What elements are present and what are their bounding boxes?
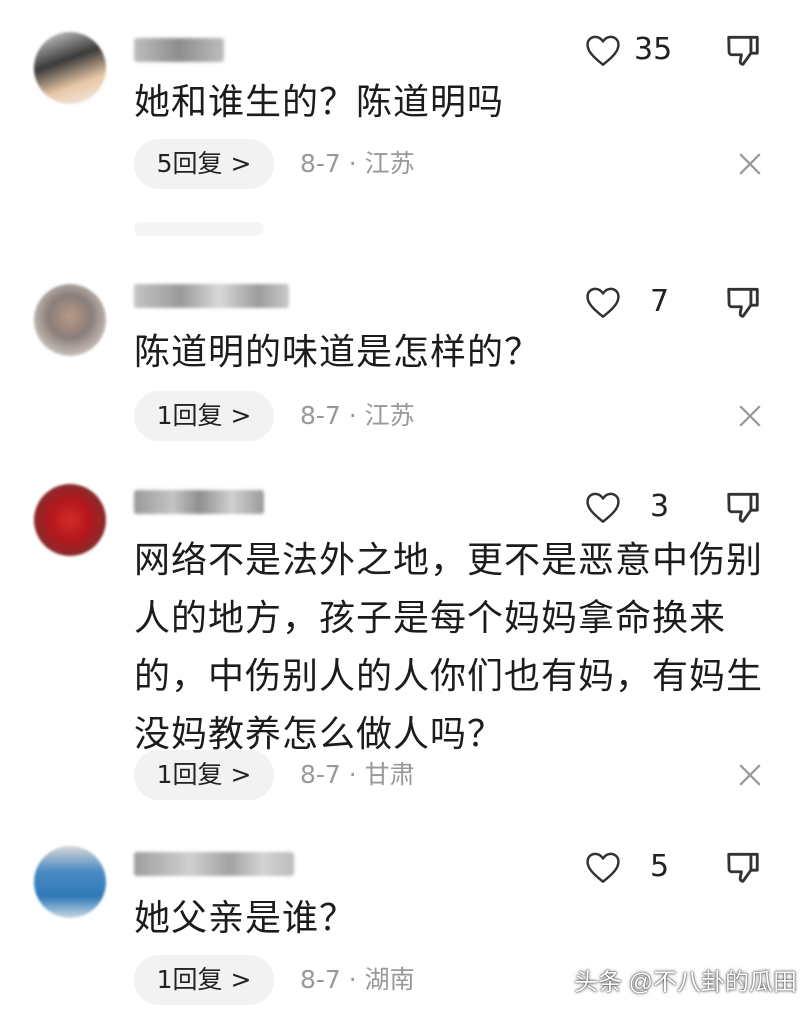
heart-outline-icon[interactable]: [584, 285, 622, 319]
avatar[interactable]: [34, 484, 106, 556]
thumbs-down-icon[interactable]: [724, 488, 762, 526]
like-count: 3: [650, 489, 670, 524]
close-icon[interactable]: [736, 150, 764, 178]
avatar[interactable]: [34, 846, 106, 918]
avatar[interactable]: [34, 284, 106, 356]
comment-text: 网络不是法外之地，更不是恶意中伤别 人的地方，孩子是每个妈妈拿命换来 的，中伤别…: [134, 532, 774, 764]
like-count: 5: [650, 849, 670, 884]
username-blurred[interactable]: [134, 284, 289, 308]
like-count: 35: [634, 32, 673, 67]
comment-text-line: 人的地方，孩子是每个妈妈拿命换来: [134, 598, 727, 639]
thumbs-down-icon[interactable]: [724, 848, 762, 886]
reply-count-button[interactable]: 5回复 >: [134, 139, 274, 189]
comment-meta: 8-7 · 江苏: [300, 401, 415, 430]
like-count: 7: [650, 284, 670, 319]
comment-meta: 8-7 · 江苏: [300, 149, 415, 178]
divider: [134, 222, 264, 236]
heart-outline-icon[interactable]: [584, 850, 622, 884]
comment-text: 她和谁生的？陈道明吗: [134, 82, 505, 123]
close-icon[interactable]: [736, 761, 764, 789]
reply-count-button[interactable]: 1回复 >: [134, 750, 274, 800]
comment-meta: 8-7 · 甘肃: [300, 760, 415, 789]
heart-outline-icon[interactable]: [584, 33, 622, 67]
watermark: 头条 @不八卦的瓜田: [574, 969, 798, 996]
username-blurred[interactable]: [134, 490, 264, 514]
thumbs-down-icon[interactable]: [724, 31, 762, 69]
comment-text: 她父亲是谁？: [134, 898, 357, 939]
comment-meta: 8-7 · 湖南: [300, 965, 415, 994]
comment-text-line: 网络不是法外之地，更不是恶意中伤别: [134, 540, 764, 581]
thumbs-down-icon[interactable]: [724, 283, 762, 321]
comment-text: 陈道明的味道是怎样的？: [134, 332, 542, 373]
comment-text-line: 的，中伤别人的人你们也有妈，有妈生: [134, 656, 764, 697]
username-blurred[interactable]: [134, 852, 294, 876]
close-icon[interactable]: [736, 402, 764, 430]
reply-count-button[interactable]: 1回复 >: [134, 955, 274, 1005]
heart-outline-icon[interactable]: [584, 490, 622, 524]
username-blurred[interactable]: [134, 38, 224, 62]
avatar[interactable]: [34, 32, 106, 104]
reply-count-button[interactable]: 1回复 >: [134, 391, 274, 441]
